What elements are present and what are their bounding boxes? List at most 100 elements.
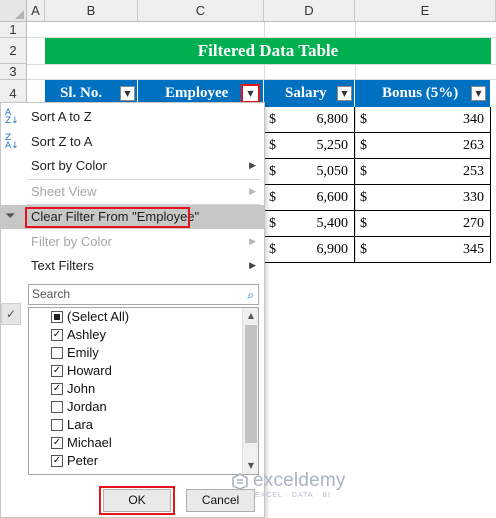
salary-value: 5,400 — [316, 216, 349, 231]
menu-sort-a-z-label: Sort A to Z — [31, 109, 92, 124]
currency-symbol: $ — [360, 190, 367, 205]
submenu-arrow-icon: ▶ — [249, 161, 256, 171]
currency-symbol: $ — [360, 242, 367, 257]
salary-cell[interactable]: $5,250 — [264, 133, 355, 159]
currency-symbol: $ — [269, 242, 276, 257]
bonus-cell[interactable]: $270 — [355, 211, 491, 237]
header-salary-label: Salary — [285, 85, 327, 101]
menu-text-filters[interactable]: Text Filters ▶ — [1, 254, 264, 278]
row-header-3[interactable]: 3 — [0, 64, 27, 80]
filter-dropdown-bonus[interactable]: ▼ — [471, 86, 486, 101]
select-all-checkbox[interactable] — [51, 311, 63, 323]
grid-line — [27, 64, 496, 65]
bonus-cell[interactable]: $263 — [355, 133, 491, 159]
list-item-label: Howard — [67, 363, 112, 378]
salary-cell[interactable]: $6,600 — [264, 185, 355, 211]
search-placeholder: Search — [32, 287, 71, 301]
clear-filter-highlight — [25, 207, 190, 228]
scroll-thumb[interactable] — [245, 325, 257, 443]
select-all-corner[interactable] — [0, 0, 27, 22]
bonus-value: 345 — [463, 242, 484, 257]
table-title: Filtered Data Table — [45, 38, 491, 64]
currency-symbol: $ — [360, 216, 367, 231]
column-header-c[interactable]: C — [138, 0, 264, 22]
bonus-cell[interactable]: $345 — [355, 237, 491, 263]
salary-value: 6,600 — [316, 190, 349, 205]
watermark-tagline: EXCEL · DATA · BI — [255, 492, 331, 499]
menu-filter-by-color-label: Filter by Color — [31, 234, 112, 249]
currency-symbol: $ — [269, 112, 276, 127]
row-header-2[interactable]: 2 — [0, 38, 27, 64]
menu-sort-a-z[interactable]: A Z↓ Sort A to Z — [1, 105, 264, 129]
checkbox[interactable]: ✓ — [51, 437, 63, 449]
submenu-arrow-icon: ▶ — [249, 261, 256, 271]
column-header-b[interactable]: B — [45, 0, 138, 22]
column-header-d[interactable]: D — [264, 0, 355, 22]
column-header-a[interactable]: A — [27, 0, 45, 22]
salary-cell[interactable]: $6,800 — [264, 107, 355, 133]
list-item-label: John — [67, 381, 96, 396]
header-bonus-label: Bonus (5%) — [382, 85, 459, 101]
list-item-label: Jordan — [67, 399, 107, 414]
menu-text-filters-label: Text Filters — [31, 258, 94, 273]
exceldemy-watermark: exceldemy EXCEL · DATA · BI — [231, 470, 345, 510]
column-header-e[interactable]: E — [355, 0, 496, 22]
list-item-label: Peter — [67, 453, 99, 468]
list-item-label: Michael — [67, 435, 112, 450]
bonus-cell[interactable]: $253 — [355, 159, 491, 185]
filter-icon-employee[interactable]: ▼ — [241, 84, 260, 103]
currency-symbol: $ — [269, 164, 276, 179]
list-item-label: Emily — [67, 345, 99, 360]
menu-sheet-view[interactable]: Sheet View ▶ — [1, 180, 264, 204]
submenu-arrow-icon: ▶ — [249, 237, 256, 247]
sort-z-a-icon: Z A↓ — [5, 133, 19, 151]
salary-cell[interactable]: $5,050 — [264, 159, 355, 185]
bonus-cell[interactable]: $340 — [355, 107, 491, 133]
exceldemy-logo-icon — [232, 473, 248, 490]
ok-button-highlight — [99, 486, 175, 515]
filter-dropdown-sl-no[interactable]: ▼ — [120, 86, 135, 101]
bonus-value: 253 — [463, 164, 484, 179]
salary-value: 5,050 — [316, 164, 349, 179]
menu-sort-by-color[interactable]: Sort by Color ▶ — [1, 154, 264, 178]
salary-value: 5,250 — [316, 138, 349, 153]
menu-sort-z-a[interactable]: Z A↓ Sort Z to A — [1, 130, 264, 154]
bonus-cell[interactable]: $330 — [355, 185, 491, 211]
submenu-arrow-icon: ▶ — [249, 187, 256, 197]
sort-a-z-icon: A Z↓ — [5, 108, 19, 126]
list-item-label: Lara — [67, 417, 94, 432]
currency-symbol: $ — [360, 164, 367, 179]
bonus-value: 340 — [463, 112, 484, 127]
salary-value: 6,900 — [316, 242, 349, 257]
header-salary: Salary ▼ — [264, 80, 355, 107]
filter-values-list[interactable]: (Select All) ✓ Ashley Emily ✓ Howard ✓ J… — [28, 307, 259, 475]
checkbox[interactable]: ✓ — [51, 383, 63, 395]
currency-symbol: $ — [269, 190, 276, 205]
menu-sheet-view-label: Sheet View — [31, 184, 97, 199]
checkbox[interactable]: ✓ — [51, 455, 63, 467]
checkmark-icon: ✓ — [1, 303, 21, 325]
checkbox[interactable] — [51, 419, 63, 431]
filter-dropdown-salary[interactable]: ▼ — [337, 86, 352, 101]
checkbox[interactable] — [51, 401, 63, 413]
menu-sort-z-a-label: Sort Z to A — [31, 134, 93, 149]
list-item-label: Ashley — [67, 327, 107, 342]
currency-symbol: $ — [269, 216, 276, 231]
menu-filter-by-color[interactable]: Filter by Color ▶ — [1, 230, 264, 254]
clear-filter-icon: ⏷ — [5, 209, 16, 224]
checkbox[interactable] — [51, 347, 63, 359]
row-header-1[interactable]: 1 — [0, 22, 27, 38]
checkbox[interactable]: ✓ — [51, 329, 63, 341]
search-icon[interactable]: ⌕ — [247, 286, 254, 305]
menu-sort-by-color-label: Sort by Color — [31, 158, 107, 173]
menu-clear-filter[interactable]: ⏷ Clear Filter From "Employee" — [1, 205, 264, 229]
checkbox[interactable]: ✓ — [51, 365, 63, 377]
salary-value: 6,800 — [316, 112, 349, 127]
currency-symbol: $ — [360, 138, 367, 153]
search-input[interactable]: Search ⌕ — [28, 284, 259, 305]
list-scrollbar[interactable]: ▲ ▼ — [242, 308, 258, 474]
watermark-name: exceldemy — [253, 470, 346, 491]
salary-cell[interactable]: $5,400 — [264, 211, 355, 237]
salary-cell[interactable]: $6,900 — [264, 237, 355, 263]
scroll-up-icon[interactable]: ▲ — [243, 308, 258, 324]
